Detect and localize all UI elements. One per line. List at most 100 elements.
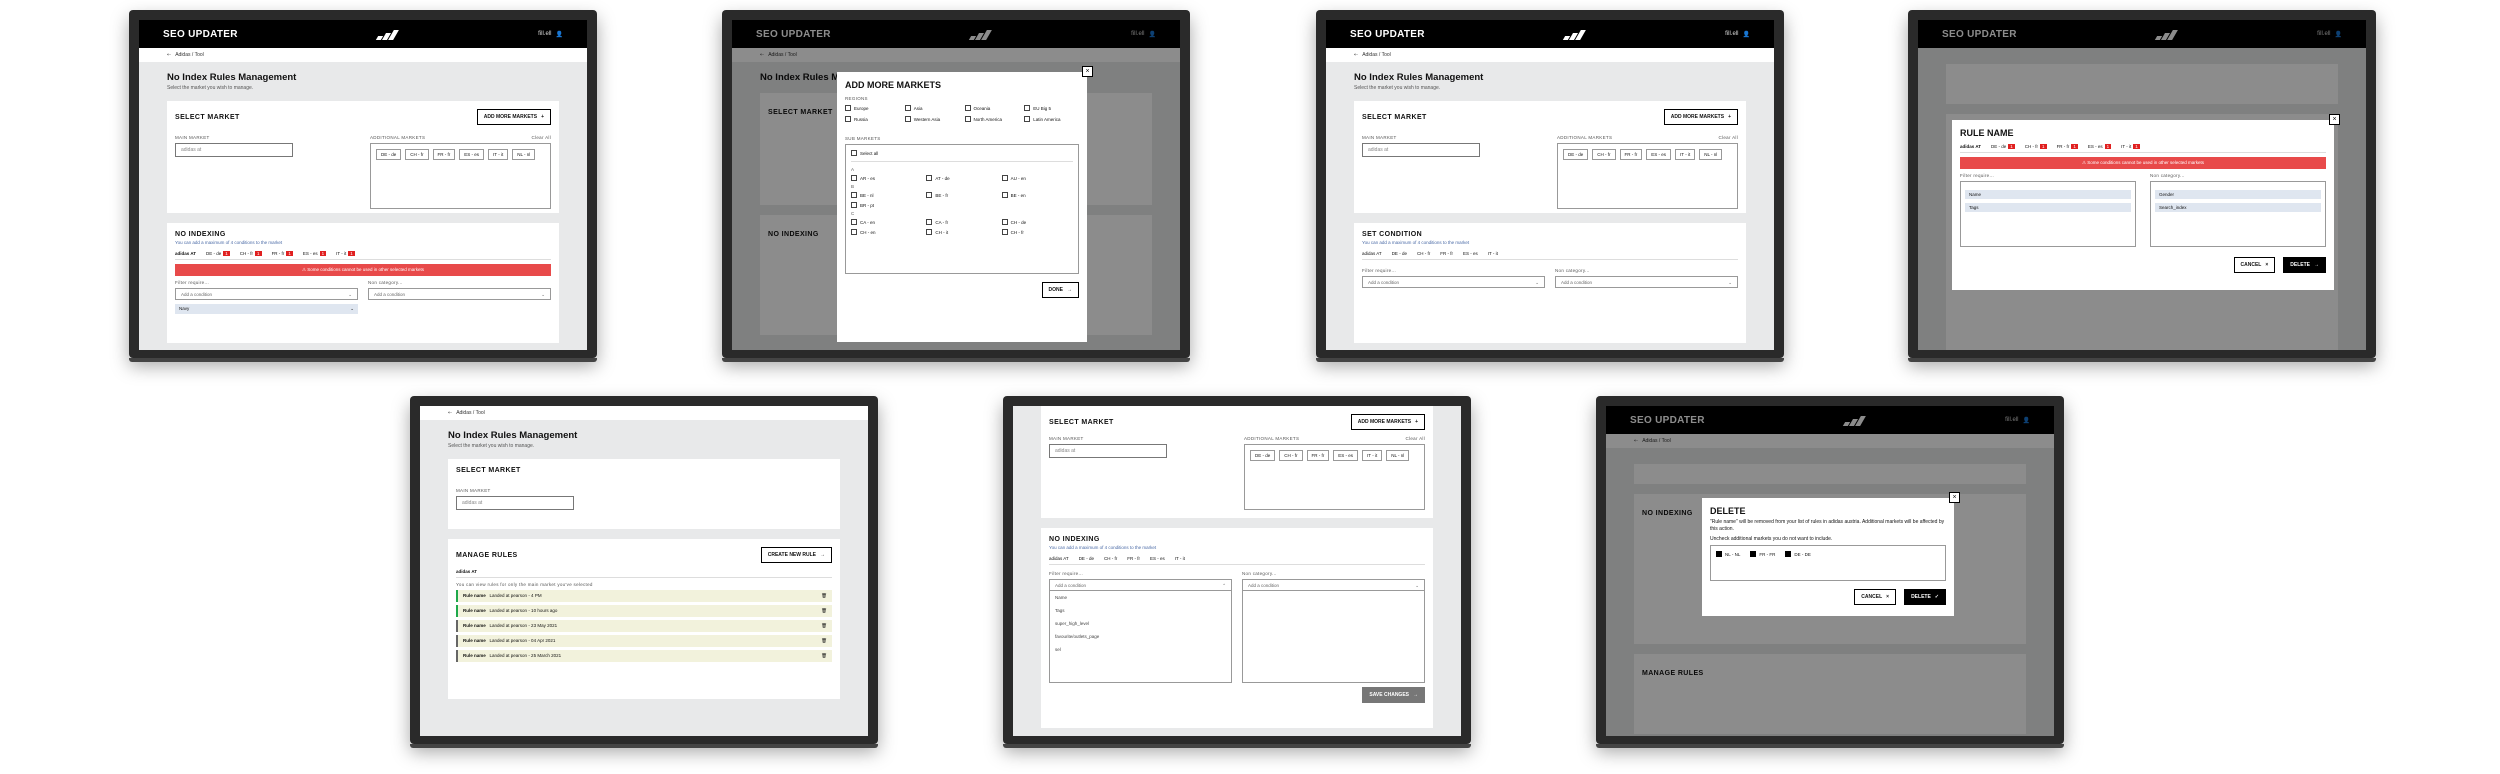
add-condition-select[interactable]: Add a condition ⌃ [1049, 579, 1232, 591]
main-market-input[interactable]: adidas at [1049, 444, 1167, 458]
market-tag[interactable]: ES - es [1333, 450, 1359, 461]
dropdown-option[interactable]: Name [1050, 591, 1231, 604]
tab-market[interactable]: adidas AT [1960, 144, 1981, 149]
create-rule-button[interactable]: CREATE NEW RULE → [760, 547, 832, 563]
market-tag[interactable]: FR - fr [1619, 149, 1643, 160]
cancel-button[interactable]: CANCEL × [2233, 257, 2276, 273]
submarket-checkbox[interactable]: AR - es [851, 175, 922, 181]
submarket-checkbox[interactable]: CH - en [851, 229, 922, 235]
market-tag[interactable]: DE - de [376, 149, 402, 160]
cancel-button[interactable]: CANCEL × [1854, 589, 1897, 605]
submarket-checkbox[interactable]: CA - en [851, 219, 922, 225]
breadcrumb[interactable]: ⇠ Adidas / Tool [420, 406, 868, 420]
submarket-checkbox[interactable]: AT - de [926, 175, 997, 181]
market-tag[interactable]: FR - fr [1306, 450, 1330, 461]
trash-icon[interactable]: 🗑 [821, 638, 827, 644]
market-tag[interactable]: NL - nl [1386, 450, 1410, 461]
add-condition-select[interactable]: Add a condition ⌄ [368, 288, 551, 300]
region-checkbox[interactable]: North America [964, 116, 1020, 122]
done-button[interactable]: DONE → [1041, 282, 1079, 298]
tab-market[interactable]: adidas AT [175, 251, 196, 256]
condition-chip[interactable]: Name [1965, 190, 2131, 199]
condition-chip[interactable]: Search_index [2155, 203, 2321, 212]
region-checkbox[interactable]: Western Asia [904, 116, 960, 122]
tab-market[interactable]: DE - de 1 [1991, 144, 2015, 149]
clear-all-link[interactable]: Clear All [1719, 135, 1738, 140]
breadcrumb[interactable]: ⇠ Adidas / Tool [139, 48, 587, 62]
rule-row[interactable]: Rule name Landed at pearson - 4 PM 🗑 [456, 590, 832, 602]
tab-market[interactable]: CH - fr 1 [2025, 144, 2047, 149]
market-tag[interactable]: DE - de [1250, 450, 1276, 461]
market-tag[interactable]: CH - fr [405, 149, 429, 160]
region-checkbox[interactable]: Russia [845, 116, 900, 122]
region-checkbox[interactable]: Asia [904, 105, 960, 111]
market-tag[interactable]: FR - fr [432, 149, 456, 160]
clear-all-link[interactable]: Clear All [1406, 436, 1425, 441]
tab-market[interactable]: adidas AT [1049, 556, 1069, 561]
tab-market[interactable]: ES - es 1 [303, 251, 327, 256]
trash-icon[interactable]: 🗑 [821, 653, 827, 659]
main-market-input[interactable]: adidas at [175, 143, 293, 157]
tab-market[interactable]: FR - fr 1 [272, 251, 293, 256]
add-markets-button[interactable]: ADD MORE MARKETS + [1663, 109, 1738, 125]
tab-market[interactable]: adidas AT [456, 569, 477, 574]
market-checkbox[interactable]: NL - NL [1716, 551, 1740, 557]
tab-market[interactable]: ES - es 1 [2088, 144, 2112, 149]
close-icon[interactable]: × [1082, 66, 1093, 77]
breadcrumb[interactable]: ⇠ Adidas / Tool [1326, 48, 1774, 62]
region-checkbox[interactable]: Oceania [964, 105, 1020, 111]
dropdown-option[interactable]: Tags [1050, 604, 1231, 617]
tab-market[interactable]: IT - it 1 [2121, 144, 2140, 149]
condition-chip[interactable]: Gender [2155, 190, 2321, 199]
trash-icon[interactable]: 🗑 [821, 593, 827, 599]
trash-icon[interactable]: 🗑 [821, 608, 827, 614]
tab-market[interactable]: IT - it 1 [336, 251, 355, 256]
dropdown-option[interactable]: super_high_level [1050, 617, 1231, 630]
add-condition-select[interactable]: Add a condition ⌄ [175, 288, 358, 300]
rule-row[interactable]: Rule name Landed at pearson - 23 May 202… [456, 620, 832, 632]
market-tag[interactable]: NL - nl [512, 149, 536, 160]
clear-all-link[interactable]: Clear All [532, 135, 551, 140]
submarket-checkbox[interactable]: AU - en [1001, 175, 1073, 181]
submarket-checkbox[interactable]: BE - en [1001, 192, 1073, 198]
tab-market[interactable]: CH - fr [1417, 251, 1430, 256]
submarket-checkbox[interactable]: BE - fr [926, 192, 997, 198]
submarket-checkbox[interactable]: BR - pt [851, 202, 922, 208]
market-tag[interactable]: NL - nl [1699, 149, 1723, 160]
main-market-input[interactable]: adidas at [1362, 143, 1480, 157]
tab-market[interactable]: FR - fr [1127, 556, 1140, 561]
market-checkbox[interactable]: FR - FR [1750, 551, 1775, 557]
condition-chip[interactable]: Tags [1965, 203, 2131, 212]
select-all-checkbox[interactable]: Select all [851, 150, 1073, 156]
add-condition-select[interactable]: Add a condition ⌄ [1242, 579, 1425, 591]
dropdown-option[interactable]: sel [1050, 643, 1231, 656]
condition-chip[interactable]: Navy ⌄ [175, 304, 358, 314]
delete-button[interactable]: DELETE → [2283, 257, 2326, 273]
add-condition-select[interactable]: Add a condition ⌄ [1362, 276, 1545, 288]
close-icon[interactable]: × [2329, 114, 2340, 125]
tab-market[interactable]: adidas AT [1362, 251, 1382, 256]
tab-market[interactable]: FR - fr 1 [2057, 144, 2078, 149]
close-icon[interactable]: × [1949, 492, 1960, 503]
trash-icon[interactable]: 🗑 [821, 623, 827, 629]
market-tag[interactable]: DE - de [1563, 149, 1589, 160]
market-tag[interactable]: IT - it [488, 149, 509, 160]
tab-market[interactable]: CH - fr 1 [240, 251, 262, 256]
tab-market[interactable]: FR - fr [1440, 251, 1453, 256]
rule-row[interactable]: Rule name Landed at pearson - 10 hours a… [456, 605, 832, 617]
tab-market[interactable]: DE - de 1 [206, 251, 230, 256]
user-menu[interactable]: fill.ell 👤 [538, 31, 563, 38]
add-condition-select[interactable]: Add a condition ⌄ [1555, 276, 1738, 288]
tab-market[interactable]: ES - es [1150, 556, 1165, 561]
user-menu[interactable]: fill.ell 👤 [1725, 31, 1750, 38]
tab-market[interactable]: DE - de [1392, 251, 1407, 256]
market-tag[interactable]: IT - it [1675, 149, 1696, 160]
tab-market[interactable]: IT - it [1488, 251, 1498, 256]
tab-market[interactable]: ES - es [1463, 251, 1478, 256]
dropdown-option[interactable]: favourite/outlets_page [1050, 630, 1231, 643]
market-tag[interactable]: ES - es [459, 149, 485, 160]
rule-row[interactable]: Rule name Landed at pearson - 04 Apr 202… [456, 635, 832, 647]
add-markets-button[interactable]: ADD MORE MARKETS + [476, 109, 551, 125]
market-tag[interactable]: ES - es [1646, 149, 1672, 160]
delete-button[interactable]: DELETE ✓ [1904, 589, 1946, 605]
